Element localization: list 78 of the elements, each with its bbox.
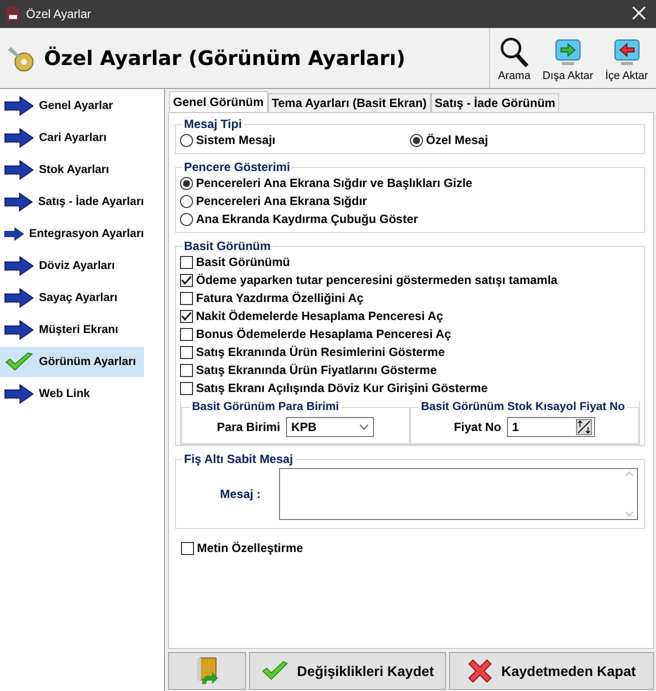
monitor-arrow-icon [554, 38, 582, 68]
sidebar-item[interactable]: Sayaç Ayarları [0, 283, 144, 313]
radio-label: Özel Mesaj [426, 133, 488, 147]
radio-button[interactable] [180, 134, 193, 146]
sidebar-item[interactable]: Genel Ayarlar [0, 91, 144, 121]
save-button[interactable]: Değişiklikleri Kaydet [249, 652, 446, 690]
arrow-icon [4, 160, 34, 180]
close-without-saving-button[interactable]: Kaydetmeden Kapat [449, 652, 654, 690]
tab[interactable]: Satış - İade Görünüm [430, 93, 560, 112]
door-exit-icon [194, 656, 220, 686]
currency-dropdown[interactable]: KPB [286, 417, 374, 437]
checkbox[interactable] [180, 328, 193, 340]
field-label: Fiyat No [454, 420, 502, 434]
group-title: Basit Görünüm Para Birimi [191, 401, 340, 413]
checkbox-label: Satış Ekranında Ürün Resimlerini Gösterme [196, 345, 445, 359]
checkbox[interactable] [181, 542, 194, 554]
arrow-icon [4, 384, 34, 404]
radio-label: Ana Ekranda Kaydırma Çubuğu Göster [196, 212, 418, 226]
radio-label: Pencereleri Ana Ekrana Sığdır ve Başlıkları Gizle [196, 176, 472, 190]
toolbar-button[interactable]: Dışa Aktar [536, 30, 600, 88]
checkbox[interactable] [180, 310, 193, 322]
tab[interactable]: Tema Ayarları (Basit Ekran) [268, 93, 431, 112]
arrow-icon [4, 96, 34, 116]
sidebar-item[interactable]: Satış - İade Ayarları [0, 187, 144, 217]
checkbox-label: Satış Ekranı Açılışında Döviz Kur Girişini Gösterme [196, 381, 488, 395]
group-title: Basit Görünüm Stok Kısayol Fiyat No [420, 401, 626, 413]
arrow-icon [4, 288, 34, 308]
field-label: Mesaj : [220, 487, 261, 501]
checkbox[interactable] [180, 382, 193, 394]
sidebar-item[interactable]: Döviz Ayarları [0, 251, 144, 281]
group-title: Pencere Gösterimi [183, 160, 292, 174]
spin-arrows-icon[interactable] [576, 419, 592, 435]
chevron-down-icon [359, 424, 370, 430]
toolbar-button[interactable]: İçe Aktar [599, 30, 654, 88]
checkbox[interactable] [180, 364, 193, 376]
tab[interactable]: Genel Görünüm [169, 91, 268, 112]
checkbox-label: Satış Ekranında Ürün Fiyatlarını Gösterme [196, 363, 437, 377]
arrow-icon [4, 128, 34, 148]
group-title: Basit Görünüm [183, 239, 272, 253]
radio-button[interactable] [180, 176, 193, 190]
arrow-icon [4, 192, 34, 212]
cross-icon [467, 658, 494, 684]
sidebar-item[interactable]: Web Link [0, 379, 144, 409]
checkbox-label: Basit Görünümü [196, 255, 290, 269]
sidebar-item[interactable]: Görünüm Ayarları [0, 347, 144, 377]
search-icon [499, 36, 530, 68]
field-label: Para Birimi [216, 420, 280, 434]
number-field[interactable]: 1 [507, 417, 596, 437]
group-title: Mesaj Tipi [183, 117, 243, 131]
window-title: Özel Ayarlar [26, 7, 92, 21]
sidebar-item[interactable]: Müşteri Ekranı [0, 315, 144, 345]
app-icon [6, 6, 20, 22]
exit-button[interactable] [168, 652, 246, 690]
arrow-icon [4, 320, 34, 340]
radio-label: Pencereleri Ana Ekrana Sığdır [196, 194, 367, 208]
arrow-icon [4, 256, 34, 276]
monitor-arrow-icon [612, 38, 641, 68]
radio-label: Sistem Mesajı [196, 133, 276, 147]
sidebar-item[interactable]: Cari Ayarları [0, 123, 144, 153]
toolbar-button[interactable]: Arama [492, 30, 536, 88]
checkbox-label: Ödeme yaparken tutar penceresini göstermeden satışı tamamla [196, 273, 558, 287]
check-icon [261, 660, 290, 682]
sidebar-item[interactable]: Stok Ayarları [0, 155, 144, 185]
checkbox-label: Fatura Yazdırma Özelliğini Aç [196, 291, 364, 305]
checkbox-label: Nakit Ödemelerde Hesaplama Penceresi Aç [196, 309, 444, 323]
radio-button[interactable] [180, 194, 193, 208]
sidebar-item[interactable]: Entegrasyon Ayarları [0, 219, 144, 249]
checkbox[interactable] [180, 346, 193, 358]
checkbox-label: Metin Özelleştirme [197, 541, 304, 555]
radio-button[interactable] [410, 134, 423, 146]
group-title: Fiş Altı Sabit Mesaj [183, 452, 294, 466]
checkbox[interactable] [180, 274, 193, 286]
checkbox-label: Bonus Ödemelerde Hesaplama Penceresi Aç [196, 327, 451, 341]
checkbox[interactable] [180, 256, 193, 268]
page-title: Özel Ayarlar (Görünüm Ayarları) [44, 46, 406, 70]
checkbox[interactable] [180, 292, 193, 304]
radio-button[interactable] [180, 212, 193, 226]
check-icon [4, 352, 34, 372]
